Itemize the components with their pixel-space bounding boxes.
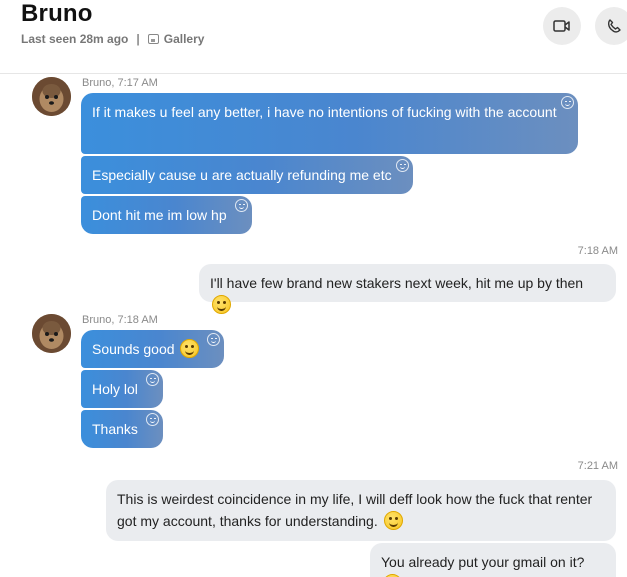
add-reaction-icon[interactable] — [396, 159, 409, 172]
message-bubble-incoming[interactable]: Dont hit me im low hp — [81, 196, 252, 234]
dog-avatar-image — [32, 77, 71, 116]
audio-call-button[interactable] — [595, 7, 627, 45]
add-reaction-icon[interactable] — [235, 199, 248, 212]
message-text: If it makes u feel any better, i have no… — [92, 104, 557, 120]
message-bubble-outgoing[interactable]: I'll have few brand new stakers next wee… — [199, 264, 616, 314]
dog-avatar-image — [32, 314, 71, 353]
avatar[interactable] — [32, 77, 71, 116]
video-call-button[interactable] — [543, 7, 581, 45]
message-text: Holy lol — [92, 381, 138, 397]
chat-header: Bruno Last seen 28m ago | Gallery — [0, 0, 627, 74]
message-text: This is weirdest coincidence in my life,… — [117, 491, 593, 529]
avatar[interactable] — [32, 314, 71, 353]
message-text: Thanks — [92, 421, 138, 437]
add-reaction-icon[interactable] — [207, 333, 220, 346]
message-bubble-outgoing[interactable]: This is weirdest coincidence in my life,… — [106, 480, 616, 541]
message-bubble-incoming[interactable]: Especially cause u are actually refundin… — [81, 156, 413, 194]
smirk-emoji-icon — [383, 511, 403, 530]
timestamp: 7:18 AM — [577, 245, 618, 257]
sender-label: Bruno, 7:17 AM — [82, 77, 158, 89]
separator: | — [136, 32, 140, 46]
message-text: You already put your gmail on it? — [381, 554, 585, 570]
gallery-link[interactable]: Gallery — [164, 32, 205, 46]
video-camera-icon — [553, 20, 570, 32]
timestamp: 7:21 AM — [577, 460, 618, 472]
message-text: Sounds good — [92, 341, 175, 357]
message-text: I'll have few brand new stakers next wee… — [210, 275, 584, 291]
gallery-icon[interactable] — [147, 34, 159, 44]
message-bubble-incoming[interactable]: Thanks — [81, 410, 163, 448]
message-bubble-outgoing[interactable]: You already put your gmail on it? — [370, 543, 616, 577]
last-seen-status: Last seen 28m ago — [21, 32, 129, 46]
message-text: Dont hit me im low hp — [92, 207, 227, 223]
smirk-emoji-icon — [212, 295, 231, 314]
add-reaction-icon[interactable] — [146, 413, 159, 426]
message-text: Especially cause u are actually refundin… — [92, 167, 392, 183]
phone-icon — [607, 19, 621, 33]
add-reaction-icon[interactable] — [146, 373, 159, 386]
contact-name[interactable]: Bruno — [21, 0, 93, 28]
message-bubble-incoming[interactable]: If it makes u feel any better, i have no… — [81, 93, 578, 154]
contact-status-line: Last seen 28m ago | Gallery — [21, 32, 204, 46]
message-bubble-incoming[interactable]: Sounds good — [81, 330, 224, 368]
add-reaction-icon[interactable] — [561, 96, 574, 109]
message-bubble-incoming[interactable]: Holy lol — [81, 370, 163, 408]
sender-label: Bruno, 7:18 AM — [82, 314, 158, 326]
smile-emoji-icon — [180, 339, 200, 358]
